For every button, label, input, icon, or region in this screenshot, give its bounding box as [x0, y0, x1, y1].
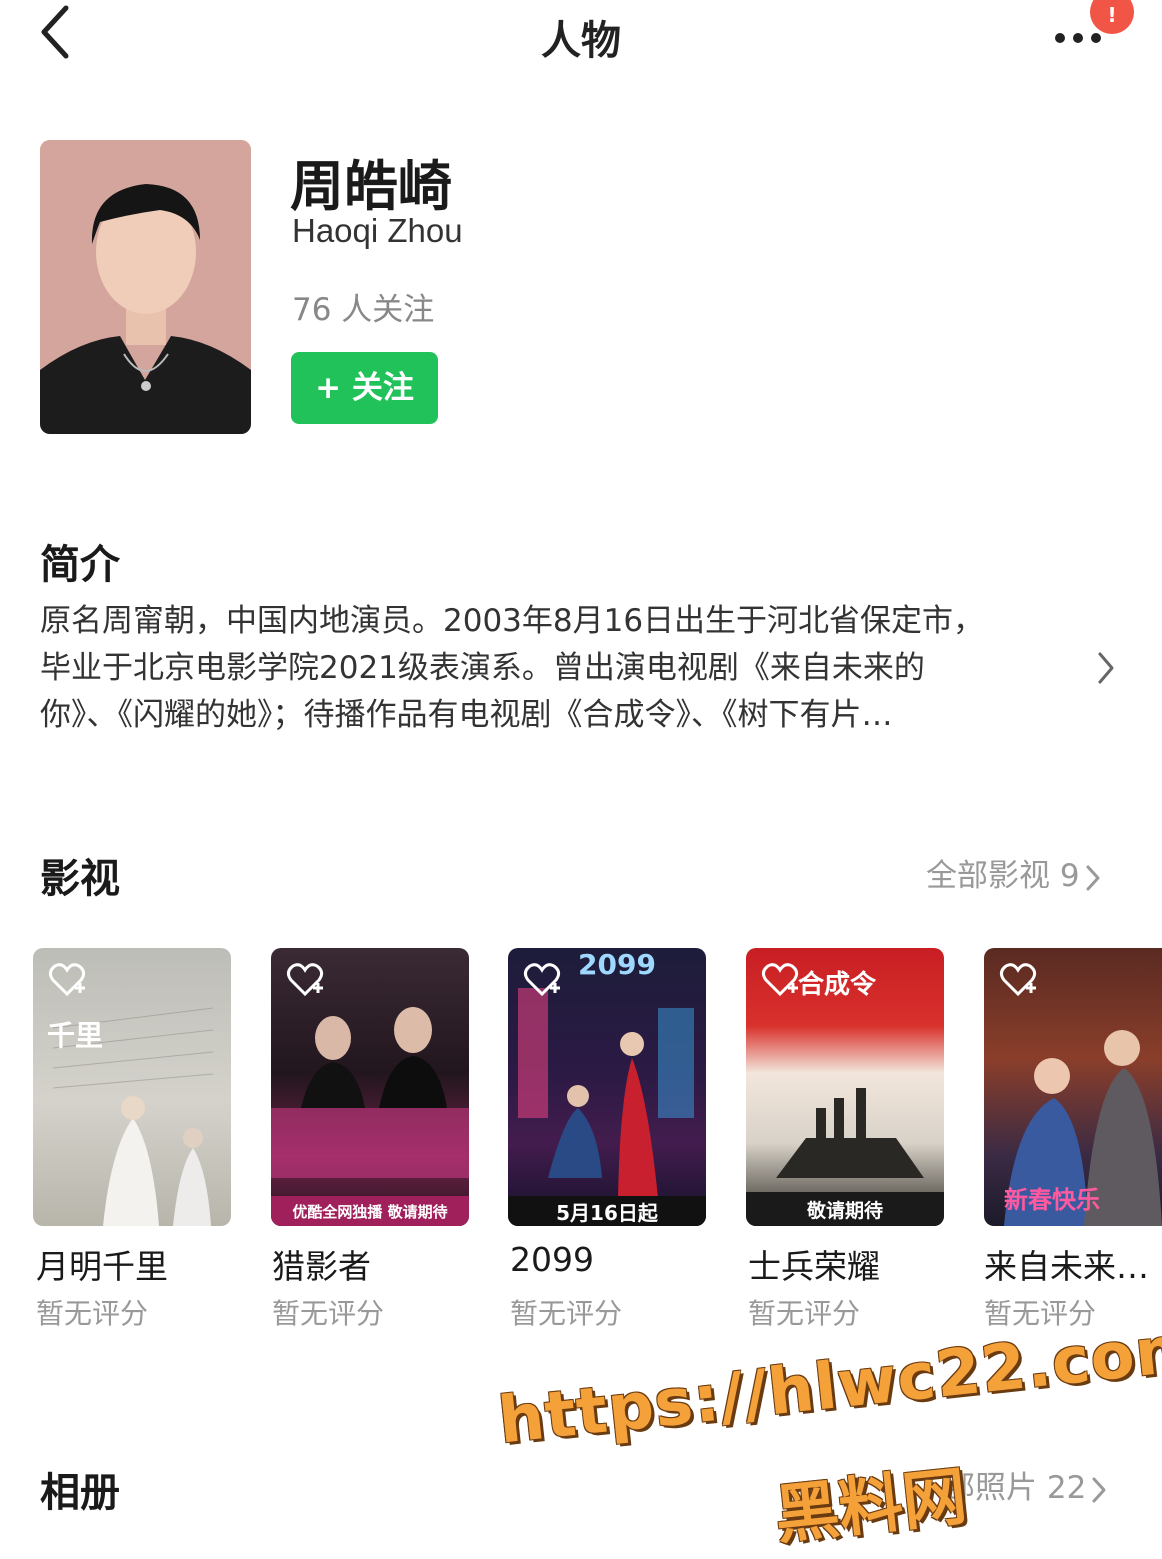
follower-count: 76 人关注: [292, 292, 435, 328]
works-section-title: 影视: [40, 856, 120, 902]
movie-poster[interactable]: 优酷全网独播 敬请期待: [271, 948, 469, 1226]
intro-expand-button[interactable]: [1094, 648, 1118, 688]
movie-title[interactable]: 月明千里: [36, 1240, 168, 1288]
chevron-right-icon: [1086, 865, 1100, 890]
movie-title[interactable]: 来自未来…: [984, 1240, 1149, 1288]
person-name-english: Haoqi Zhou: [292, 212, 463, 249]
intro-text[interactable]: 原名周甯朝，中国内地演员。2003年8月16日出生于河北省保定市， 毕业于北京电…: [40, 598, 1070, 739]
movie-title[interactable]: 士兵荣耀: [748, 1240, 880, 1288]
poster-text: 新春快乐: [1004, 1186, 1100, 1214]
movie-poster[interactable]: 新春快乐: [984, 948, 1162, 1226]
movie-score: 暂无评分: [510, 1297, 623, 1330]
movie-score: 暂无评分: [748, 1297, 861, 1330]
movie-poster[interactable]: 合成令 敬请期待: [746, 948, 944, 1226]
movie-poster[interactable]: 2099 5月16日起: [508, 948, 706, 1226]
heart-add-icon[interactable]: [285, 960, 325, 1000]
chevron-right-icon: [1098, 652, 1114, 684]
profile-photo: [40, 140, 251, 434]
heart-add-icon[interactable]: [998, 960, 1038, 1000]
follow-button[interactable]: + 关注: [291, 352, 438, 424]
poster-text: 合成令: [798, 970, 877, 1000]
intro-section-title: 简介: [40, 542, 120, 588]
person-name-chinese: 周皓崎: [290, 155, 452, 218]
intro-line: 毕业于北京电影学院2021级表演系。曾出演电视剧《来自未来的: [40, 650, 925, 686]
all-photos-link[interactable]: 部照片 22: [944, 1462, 1108, 1507]
poster-banner: 敬请期待: [746, 1192, 944, 1226]
movie-title[interactable]: 猎影者: [272, 1240, 371, 1288]
poster-text: 千里: [47, 1019, 104, 1052]
poster-banner: 5月16日起: [508, 1196, 706, 1226]
heart-add-icon[interactable]: [760, 960, 800, 1000]
all-works-label: 全部影视 9: [926, 858, 1080, 894]
movie-score: 暂无评分: [272, 1297, 385, 1330]
top-bar: 人物 !: [0, 0, 1162, 70]
watermark-site-name: 黑料网: [771, 1459, 971, 1554]
watermark-url: https://hlwc22.com: [495, 1311, 1162, 1459]
album-section-title: 相册: [40, 1470, 120, 1516]
movie-title[interactable]: 2099: [510, 1240, 594, 1279]
poster-text: 2099: [578, 948, 656, 981]
page-title: 人物: [541, 18, 621, 64]
heart-add-icon[interactable]: [522, 960, 562, 1000]
all-works-link[interactable]: 全部影视 9: [926, 850, 1102, 895]
movie-poster[interactable]: 千里: [33, 948, 231, 1226]
heart-add-icon[interactable]: [47, 960, 87, 1000]
intro-line: 原名周甯朝，中国内地演员。2003年8月16日出生于河北省保定市，: [40, 603, 985, 639]
movie-score: 暂无评分: [36, 1297, 149, 1330]
poster-banner: 优酷全网独播 敬请期待: [271, 1196, 469, 1226]
intro-line: 你》、《闪耀的她》；待播作品有电视剧《合成令》、《树下有片…: [40, 697, 893, 733]
chevron-right-icon: [1092, 1477, 1106, 1502]
